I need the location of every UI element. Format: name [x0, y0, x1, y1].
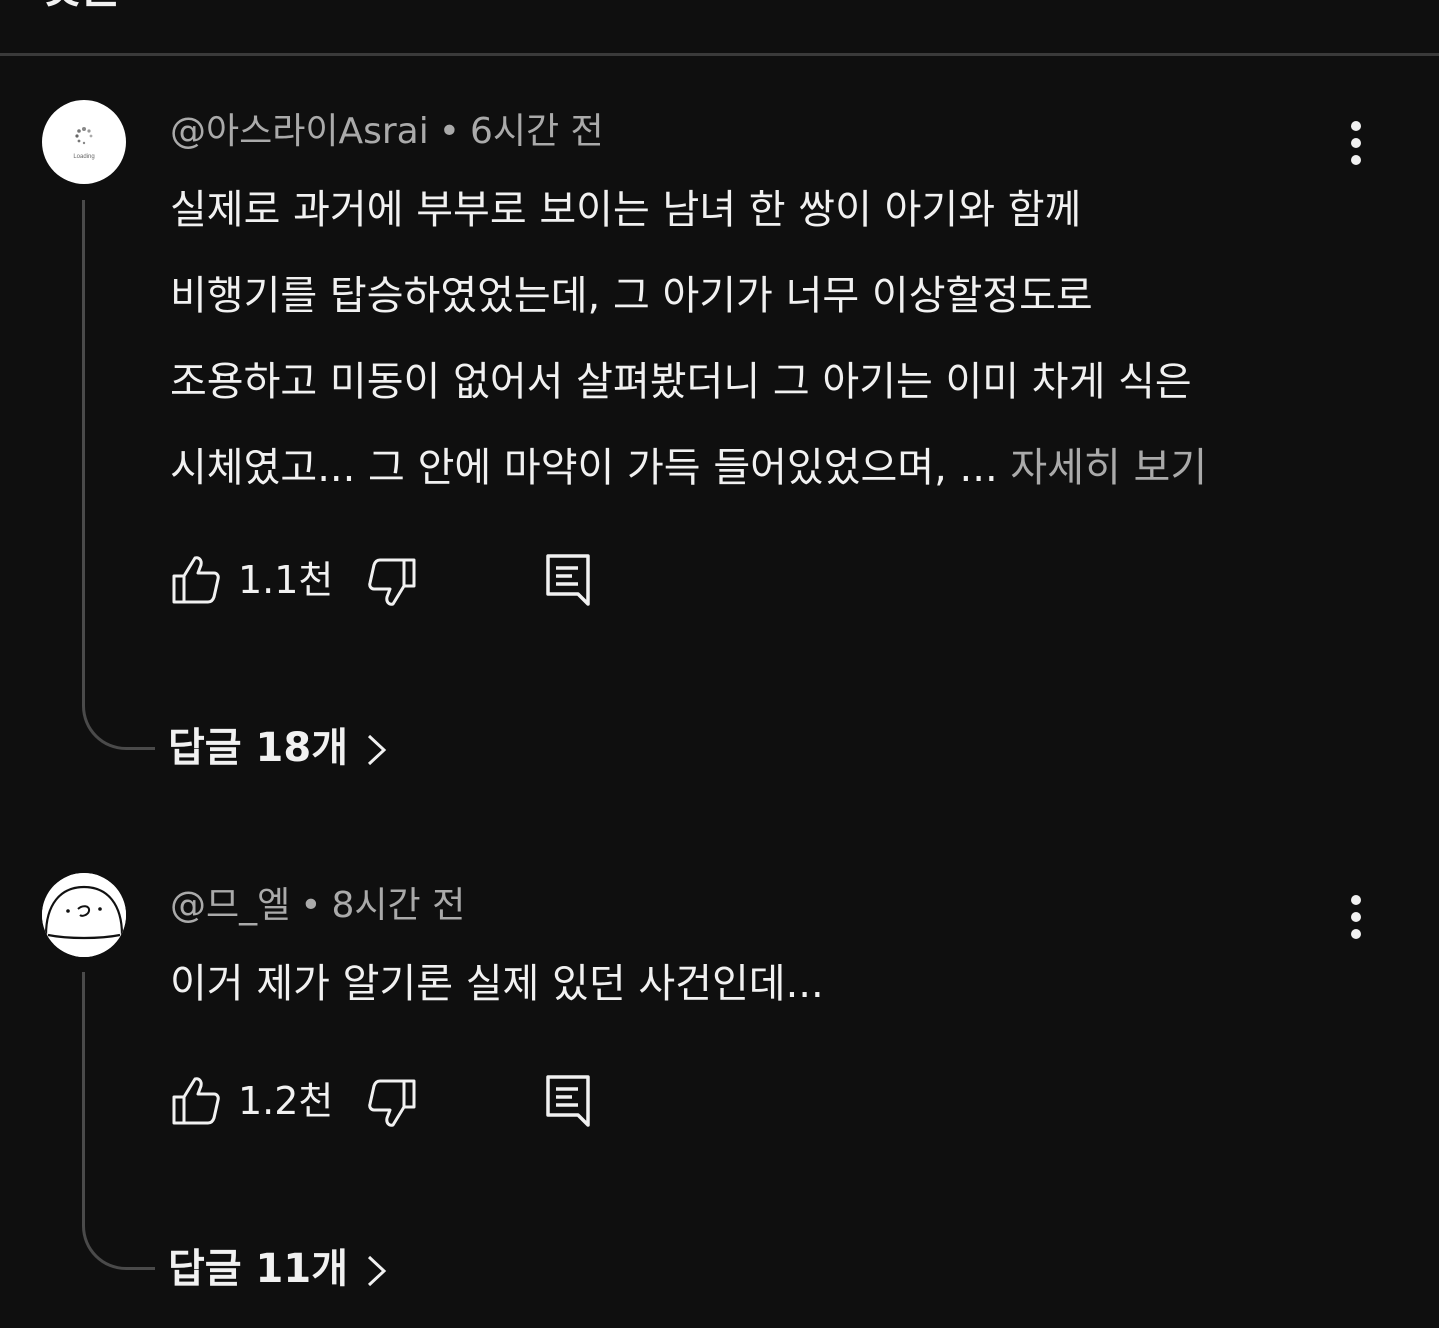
thumbs-down-icon	[368, 558, 416, 606]
comment-author[interactable]: @므_엘	[170, 885, 290, 926]
replies-count-label: 답글 11개	[168, 1246, 348, 1292]
avatar[interactable]	[42, 873, 126, 957]
more-vertical-icon	[1351, 895, 1361, 939]
doodle-face-avatar-icon	[42, 873, 126, 957]
comment-line: 실제로 과거에 부부로 보이는 남녀 한 쌍이 아기와 함께	[170, 187, 1082, 233]
comment-line: 시체였고... 그 안에 마약이 가득 들어있었으며, ... 자세히 보기	[170, 425, 1350, 511]
thread-line	[82, 200, 155, 750]
like-count: 1.2천	[238, 1079, 334, 1123]
comment-actions: 1.2천	[170, 1073, 630, 1129]
view-replies-button[interactable]: 답글 18개	[168, 722, 390, 774]
like-button[interactable]	[170, 1073, 222, 1129]
dislike-button[interactable]	[366, 552, 418, 608]
comment-text: 실제로 과거에 부부로 보이는 남녀 한 쌍이 아기와 함께 비행기를 탑승하였…	[170, 167, 1350, 511]
like-count: 1.1천	[238, 558, 334, 602]
header-divider	[0, 53, 1439, 56]
meta-separator: •	[300, 885, 322, 926]
more-vertical-icon	[1351, 121, 1361, 165]
comment-author[interactable]: @아스라이Asrai	[170, 111, 429, 152]
comment-meta: @아스라이Asrai • 6시간 전	[170, 110, 604, 154]
chevron-right-icon	[364, 1251, 390, 1291]
replies-count-label: 답글 18개	[168, 725, 348, 771]
reply-comment-icon	[546, 554, 590, 606]
loading-spinner-icon: Loading	[73, 127, 95, 160]
comment-time: 8시간 전	[331, 885, 466, 926]
dislike-button[interactable]	[366, 1073, 418, 1129]
comments-header-title: 댓글	[40, 0, 121, 10]
thumbs-up-icon	[172, 556, 220, 604]
like-button[interactable]	[170, 552, 222, 608]
comment-line: 이거 제가 알기론 실제 있던 사건인데...	[170, 961, 824, 1007]
thumbs-down-icon	[368, 1079, 416, 1127]
thread-line	[82, 972, 155, 1270]
reply-button[interactable]	[542, 1073, 594, 1129]
comment-menu-button[interactable]	[1336, 890, 1376, 946]
thumbs-up-icon	[172, 1077, 220, 1125]
read-more-link[interactable]: 자세히 보기	[1010, 445, 1207, 491]
avatar[interactable]: Loading	[42, 100, 126, 184]
reply-button[interactable]	[542, 552, 594, 608]
comment-actions: 1.1천	[170, 552, 630, 608]
comment-menu-button[interactable]	[1336, 116, 1376, 172]
comment-line-text: 시체였고... 그 안에 마약이 가득 들어있었으며, ...	[170, 445, 998, 491]
comment-text: 이거 제가 알기론 실제 있던 사건인데...	[170, 941, 1350, 1027]
comment-time: 6시간 전	[469, 111, 604, 152]
comment-line: 비행기를 탑승하였었는데, 그 아기가 너무 이상할정도로	[170, 273, 1093, 319]
meta-separator: •	[438, 111, 460, 152]
chevron-right-icon	[364, 730, 390, 770]
reply-comment-icon	[546, 1075, 590, 1127]
comment-line: 조용하고 미동이 없어서 살펴봤더니 그 아기는 이미 차게 식은	[170, 359, 1192, 405]
view-replies-button[interactable]: 답글 11개	[168, 1243, 390, 1295]
comment-meta: @므_엘 • 8시간 전	[170, 884, 465, 928]
avatar-loading-label: Loading	[73, 154, 94, 160]
